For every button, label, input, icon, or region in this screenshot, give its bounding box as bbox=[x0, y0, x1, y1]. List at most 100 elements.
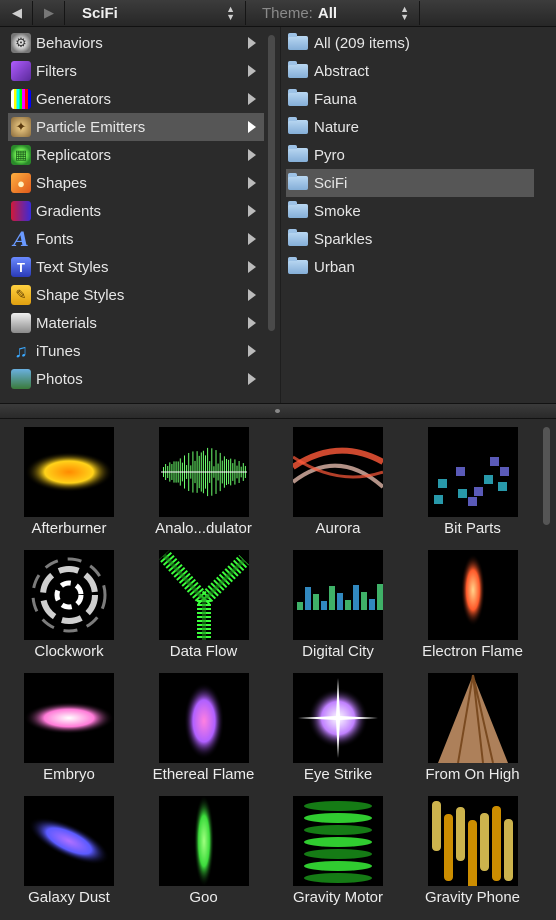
library-item[interactable]: Bit Parts bbox=[406, 419, 540, 537]
material-icon bbox=[11, 313, 31, 333]
folder-item[interactable]: Sparkles bbox=[286, 225, 534, 253]
category-label: Filters bbox=[36, 62, 77, 80]
item-label: Goo bbox=[189, 889, 218, 906]
music-note-icon: ♫ bbox=[14, 340, 28, 361]
disclosure-arrow-icon bbox=[248, 373, 256, 385]
item-thumbnail bbox=[427, 796, 518, 886]
library-item[interactable]: Galaxy Dust bbox=[2, 788, 136, 906]
folder-icon bbox=[288, 145, 308, 162]
item-label: Eye Strike bbox=[303, 766, 373, 783]
folder-label: Urban bbox=[314, 258, 355, 276]
updown-arrows-icon: ▲ ▼ bbox=[226, 4, 235, 22]
text-style-icon: T bbox=[11, 257, 31, 277]
library-item[interactable]: Gravity Phone bbox=[406, 788, 540, 906]
category-item-shape-styles[interactable]: ✎ Shape Styles bbox=[8, 281, 264, 309]
item-label: Bit Parts bbox=[444, 520, 501, 537]
category-item-itunes[interactable]: ♫ iTunes bbox=[8, 337, 264, 365]
library-item[interactable]: Aurora bbox=[271, 419, 405, 537]
disclosure-arrow-icon bbox=[248, 261, 256, 273]
photos-icon bbox=[11, 369, 31, 389]
item-label: Digital City bbox=[302, 643, 374, 660]
pane-splitter[interactable] bbox=[0, 403, 556, 419]
category-item-behaviors[interactable]: ⚙ Behaviors bbox=[8, 29, 264, 57]
category-scrollbar[interactable] bbox=[268, 35, 275, 331]
folder-icon bbox=[288, 173, 308, 190]
folder-item[interactable]: Smoke bbox=[286, 197, 534, 225]
item-thumbnail bbox=[158, 796, 249, 886]
library-item[interactable]: Digital City bbox=[271, 542, 405, 660]
item-thumbnail bbox=[24, 550, 114, 640]
item-label: Gravity Motor bbox=[292, 889, 383, 906]
column-divider bbox=[280, 27, 281, 403]
library-item[interactable]: Electron Flame bbox=[406, 542, 540, 660]
category-label: Text Styles bbox=[36, 258, 109, 276]
category-item-shapes[interactable]: ● Shapes bbox=[8, 169, 264, 197]
shape-style-icon: ✎ bbox=[11, 285, 31, 305]
splitter-handle-icon bbox=[275, 409, 280, 413]
category-item-text-styles[interactable]: T Text Styles bbox=[8, 253, 264, 281]
library-item[interactable]: Embryo bbox=[2, 665, 136, 783]
category-label: Shape Styles bbox=[36, 286, 125, 304]
category-label: Materials bbox=[36, 314, 97, 332]
back-button[interactable]: ◀ bbox=[2, 1, 33, 25]
disclosure-arrow-icon bbox=[248, 93, 256, 105]
back-arrow-icon: ◀ bbox=[12, 5, 22, 20]
browser-toolbar: ◀ ▶ SciFi ▲ ▼ Theme: All ▲ ▼ bbox=[0, 0, 556, 27]
item-thumbnail bbox=[24, 673, 114, 763]
folder-item[interactable]: All (209 items) bbox=[286, 29, 534, 57]
category-item-generators[interactable]: Generators bbox=[8, 85, 264, 113]
library-browser: ⚙ Behaviors Filters Generators ✦ Particle Emi… bbox=[0, 27, 556, 403]
category-item-materials[interactable]: Materials bbox=[8, 309, 264, 337]
folder-label: Abstract bbox=[314, 62, 370, 80]
library-item[interactable]: Analo...dulator bbox=[137, 419, 271, 537]
item-label: Embryo bbox=[43, 766, 95, 783]
category-item-fonts[interactable]: A Fonts bbox=[8, 225, 264, 253]
gradient-icon bbox=[11, 201, 31, 221]
folder-label: Pyro bbox=[314, 146, 345, 164]
library-item[interactable]: Goo bbox=[137, 788, 271, 906]
theme-popup-menu[interactable]: Theme: All ▲ ▼ bbox=[250, 1, 420, 25]
folder-label: Fauna bbox=[314, 90, 357, 108]
library-item[interactable]: Data Flow bbox=[137, 542, 271, 660]
category-label: Behaviors bbox=[36, 34, 103, 52]
library-item[interactable]: Gravity Motor bbox=[271, 788, 405, 906]
library-item[interactable]: Eye Strike bbox=[271, 665, 405, 783]
item-thumbnail bbox=[427, 673, 518, 763]
category-item-filters[interactable]: Filters bbox=[8, 57, 264, 85]
category-label: Particle Emitters bbox=[36, 118, 146, 136]
item-label: Galaxy Dust bbox=[28, 889, 110, 906]
disclosure-arrow-icon bbox=[248, 233, 256, 245]
folder-item[interactable]: Fauna bbox=[286, 85, 534, 113]
item-thumbnail bbox=[24, 427, 114, 517]
item-label: Gravity Phone bbox=[424, 889, 521, 906]
theme-label: Theme: bbox=[262, 4, 313, 22]
category-item-gradients[interactable]: Gradients bbox=[8, 197, 264, 225]
category-item-particle-emitters[interactable]: ✦ Particle Emitters bbox=[8, 113, 264, 141]
library-item[interactable]: Afterburner bbox=[2, 419, 136, 537]
category-label: iTunes bbox=[36, 342, 81, 360]
item-label: Electron Flame bbox=[422, 643, 523, 660]
folder-item[interactable]: Abstract bbox=[286, 57, 534, 85]
library-item[interactable]: Ethereal Flame bbox=[137, 665, 271, 783]
item-thumbnail bbox=[427, 427, 518, 517]
folder-label: Nature bbox=[314, 118, 360, 136]
library-item[interactable]: From On High bbox=[406, 665, 540, 783]
item-grid: Afterburner Analo...dulator Aurora Bit Part… bbox=[0, 419, 556, 920]
item-label: From On High bbox=[425, 766, 520, 783]
folder-item[interactable]: Pyro bbox=[286, 141, 534, 169]
path-popup-menu[interactable]: SciFi ▲ ▼ bbox=[70, 1, 246, 25]
folder-item[interactable]: Urban bbox=[286, 253, 534, 281]
library-item[interactable]: Clockwork bbox=[2, 542, 136, 660]
category-item-replicators[interactable]: ▦ Replicators bbox=[8, 141, 264, 169]
disclosure-arrow-icon bbox=[248, 149, 256, 161]
color-bars-icon bbox=[11, 89, 31, 109]
category-item-photos[interactable]: Photos bbox=[8, 365, 264, 393]
folder-item[interactable]: Nature bbox=[286, 113, 534, 141]
folder-item[interactable]: SciFi bbox=[286, 169, 534, 197]
folder-icon bbox=[288, 89, 308, 106]
grid-scrollbar[interactable] bbox=[543, 427, 550, 525]
item-thumbnail bbox=[427, 550, 518, 640]
forward-arrow-icon: ▶ bbox=[44, 5, 54, 20]
item-thumbnail bbox=[158, 550, 249, 640]
forward-button[interactable]: ▶ bbox=[34, 1, 65, 25]
